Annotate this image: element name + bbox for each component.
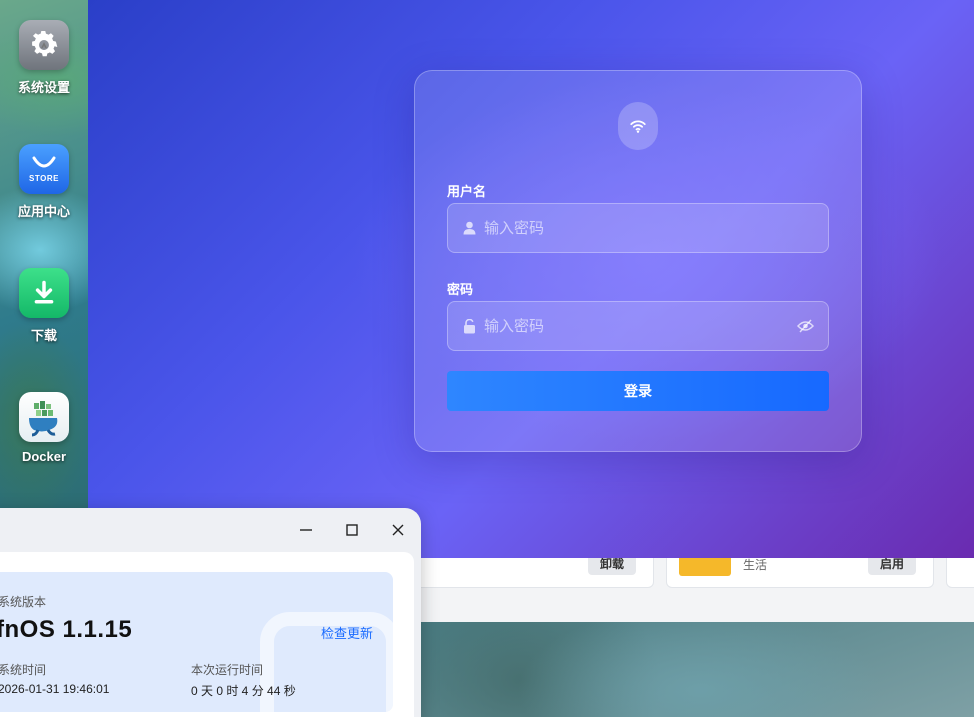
system-time-label: 系统时间 [0, 663, 47, 677]
uptime-value: 0 天 0 时 4 分 44 秒 [191, 684, 296, 698]
download-icon [19, 268, 69, 318]
minimize-icon[interactable] [294, 518, 318, 542]
maximize-icon[interactable] [340, 518, 364, 542]
desktop-icon-download[interactable]: 下载 [0, 268, 88, 344]
docker-whale-icon [19, 392, 69, 442]
uptime-label: 本次运行时间 [191, 663, 264, 677]
desktop-icon-label: Docker [21, 449, 67, 464]
username-label: 用户名 [447, 184, 487, 199]
close-icon[interactable] [386, 518, 410, 542]
store-tile-text: STORE [29, 173, 59, 183]
desktop-icon-label: 系统设置 [17, 80, 70, 95]
desktop-icon-label: 下载 [30, 328, 57, 343]
login-button[interactable]: 登录 [447, 371, 829, 411]
check-update-link[interactable]: 检查更新 [321, 623, 373, 642]
password-input[interactable] [484, 317, 796, 335]
desktop-icon-label: 应用中心 [17, 204, 70, 219]
username-field[interactable] [447, 203, 829, 253]
desktop-icon-docker[interactable]: Docker [0, 392, 88, 464]
gear-icon [19, 20, 69, 70]
password-label: 密码 [447, 282, 474, 297]
desktop-icon-settings[interactable]: 系统设置 [0, 20, 88, 96]
wifi-logo-icon [618, 102, 658, 150]
user-icon [462, 221, 476, 235]
version-value: fnOS 1.1.15 [0, 616, 133, 643]
eye-off-icon[interactable] [796, 319, 814, 333]
desktop-icon-app-center[interactable]: STORE 应用中心 [0, 144, 88, 220]
password-field[interactable] [447, 301, 829, 351]
app-category: 生活 [743, 558, 768, 572]
system-time-value: 2026-01-31 19:46:01 [0, 682, 110, 696]
version-label: 系统版本 [0, 595, 47, 609]
username-input[interactable] [484, 219, 814, 237]
store-bag-icon: STORE [19, 144, 69, 194]
unlock-icon [462, 318, 476, 333]
